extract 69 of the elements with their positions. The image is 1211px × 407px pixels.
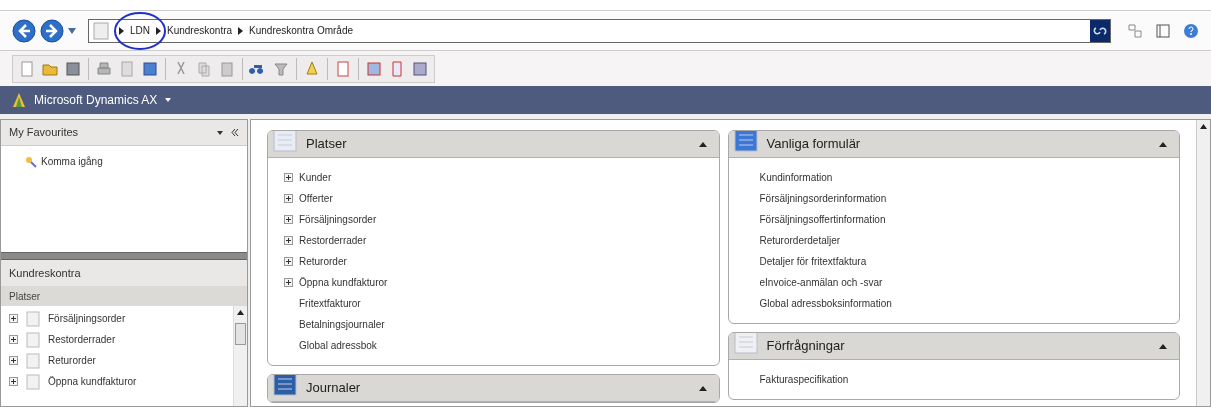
tree-item[interactable]: Restorderrader — [48, 332, 116, 347]
card-link[interactable]: Fritextfakturor — [299, 296, 361, 311]
card-title: Platser — [306, 135, 348, 154]
scroll-up-arrow-icon[interactable] — [1200, 124, 1207, 129]
breadcrumb-arrow-icon[interactable] — [156, 26, 161, 35]
card-link[interactable]: eInvoice-anmälan och -svar — [759, 275, 883, 290]
breadcrumb-arrow-icon[interactable] — [119, 26, 124, 35]
form-icon — [732, 131, 759, 153]
expand-icon[interactable] — [9, 356, 18, 365]
card-link[interactable]: Returorder — [299, 254, 347, 269]
expand-icon[interactable] — [284, 215, 293, 224]
card-link[interactable]: Global adressbok — [299, 338, 377, 353]
expand-icon[interactable] — [284, 194, 293, 203]
tree-item[interactable]: Öppna kundfakturor — [48, 374, 137, 389]
card-link[interactable]: Fakturaspecifikation — [759, 372, 849, 387]
dropdown-arrow-icon[interactable] — [165, 98, 172, 102]
scroll-up-arrow-icon[interactable] — [237, 310, 244, 315]
window-tiles-icon[interactable] — [1127, 22, 1143, 39]
page-icon — [93, 21, 109, 40]
expand-icon[interactable] — [9, 314, 18, 323]
favourite-item[interactable]: Komma igång — [41, 154, 103, 169]
card-link[interactable]: Restorderrader — [299, 233, 367, 248]
card-link[interactable]: Försäljningsorder — [299, 212, 377, 227]
breadcrumb-item[interactable]: Kundreskontra Område — [249, 23, 353, 38]
card-link[interactable]: Returorderdetaljer — [759, 233, 841, 248]
dropdown-arrow-icon[interactable] — [217, 130, 223, 135]
address-bar[interactable]: LDN Kundreskontra Kundreskontra Område — [88, 18, 1111, 43]
expand-icon[interactable] — [284, 257, 293, 266]
card-link[interactable]: Global adressboksinformation — [759, 296, 892, 311]
card-link[interactable]: Försäljningsorderinformation — [759, 191, 887, 206]
card-link[interactable]: Offerter — [299, 191, 333, 206]
card-link[interactable]: Detaljer för fritextfaktura — [759, 254, 867, 269]
tree-item[interactable]: Försäljningsorder — [48, 311, 126, 326]
expand-icon[interactable] — [284, 173, 293, 182]
panel-title: Kundreskontra — [9, 265, 81, 281]
section-title: Platser — [9, 289, 41, 304]
card-link[interactable]: Betalningsjournaler — [299, 317, 385, 332]
scrollbar[interactable] — [1196, 120, 1210, 406]
card-title: Förfrågningar — [766, 337, 846, 356]
logo-icon — [12, 92, 26, 108]
panel-icon[interactable] — [1155, 22, 1171, 39]
collapse-chevron-icon[interactable] — [1159, 343, 1167, 349]
card-link[interactable]: Öppna kundfakturor — [299, 275, 388, 290]
collapse-chevron-icon[interactable] — [698, 141, 707, 147]
collapse-icon[interactable] — [231, 129, 239, 136]
scrollbar[interactable] — [233, 306, 247, 406]
app-title[interactable]: Microsoft Dynamics AX — [34, 91, 158, 109]
panel-title: My Favourites — [9, 125, 80, 141]
breadcrumb-arrow-icon[interactable] — [238, 26, 244, 35]
expand-icon[interactable] — [9, 335, 18, 344]
expand-icon[interactable] — [9, 377, 18, 386]
go-button[interactable] — [1090, 19, 1110, 42]
collapse-chevron-icon[interactable] — [1159, 141, 1167, 147]
breadcrumb-item[interactable]: LDN — [130, 23, 150, 38]
window-icon[interactable] — [411, 59, 429, 78]
expand-icon[interactable] — [284, 236, 293, 245]
tree-item[interactable]: Returorder — [48, 353, 96, 368]
help-icon[interactable] — [1183, 22, 1199, 39]
card-link[interactable]: Kundinformation — [759, 170, 833, 185]
card-link[interactable]: Försäljningsoffertinformation — [759, 212, 886, 227]
breadcrumb-item[interactable]: Kundreskontra — [167, 23, 233, 38]
dropdown-arrow-icon[interactable] — [68, 27, 76, 34]
collapse-chevron-icon[interactable] — [698, 385, 707, 391]
card-title: Vanliga formulär — [766, 135, 862, 154]
card-link[interactable]: Kunder — [299, 170, 332, 185]
scroll-thumb[interactable] — [235, 323, 246, 345]
card-title: Journaler — [306, 379, 362, 398]
printer-icon[interactable] — [95, 59, 113, 78]
expand-icon[interactable] — [284, 278, 293, 287]
